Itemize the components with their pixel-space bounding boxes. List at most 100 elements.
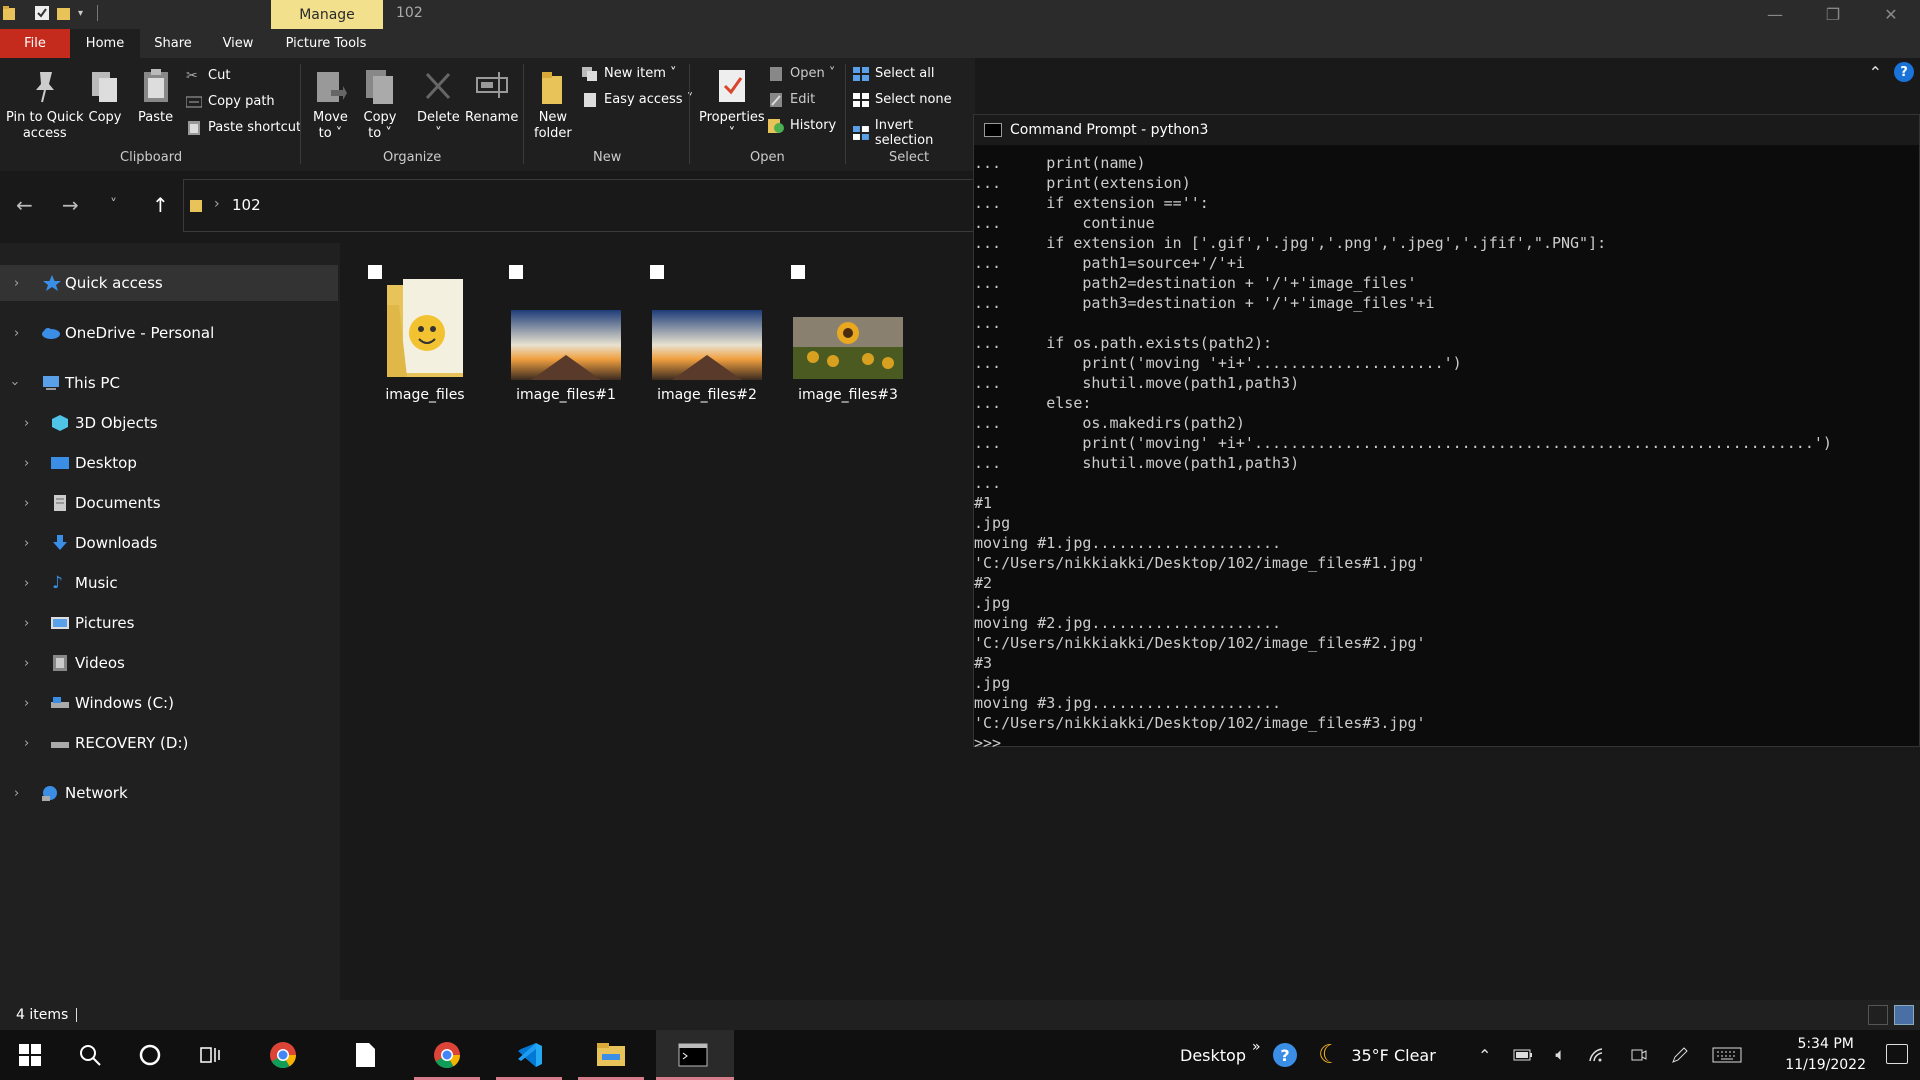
sidebar-item-quick-access[interactable]: › Quick access (0, 265, 338, 301)
expand-chevron-icon[interactable]: › (24, 456, 29, 471)
copy-to-button[interactable]: Copy to ˅ (363, 66, 397, 142)
toolbar-overflow-icon[interactable]: » (1252, 1039, 1261, 1055)
up-button[interactable]: ↑ (152, 193, 169, 217)
breadcrumb-current[interactable]: 102 (232, 196, 261, 214)
command-prompt-window[interactable]: Command Prompt - python3 ... print(name)… (973, 114, 1920, 752)
expand-chevron-icon[interactable]: › (14, 326, 19, 341)
select-all-button[interactable]: Select all (853, 66, 934, 81)
wifi-icon[interactable] (1588, 1047, 1608, 1063)
expand-chevron-icon[interactable]: › (14, 786, 19, 801)
file-item-image-files-folder[interactable]: image_files (340, 255, 480, 405)
sidebar-item-recovery-d[interactable]: › RECOVERY (D:) (0, 725, 338, 761)
recent-locations-button[interactable]: ˅ (110, 197, 117, 213)
expand-chevron-icon[interactable]: › (24, 696, 29, 711)
expand-chevron-icon[interactable]: › (24, 616, 29, 631)
clock[interactable]: 5:34 PM 11/19/2022 (1785, 1034, 1866, 1076)
item-checkbox[interactable] (791, 265, 805, 279)
cmd-title-bar[interactable]: Command Prompt - python3 (974, 115, 1919, 145)
move-to-button[interactable]: Move to ˅ (313, 66, 348, 142)
history-button[interactable]: History (768, 118, 836, 133)
keyboard-icon[interactable] (1712, 1047, 1742, 1063)
open-button[interactable]: Open ˅ (768, 66, 835, 81)
taskbar-chrome-1[interactable] (268, 1040, 298, 1070)
pen-icon[interactable] (1670, 1045, 1690, 1065)
minimize-button[interactable]: — (1746, 0, 1804, 29)
expand-chevron-icon[interactable]: › (24, 576, 29, 591)
collapse-chevron-icon[interactable]: › (7, 380, 22, 385)
cortana-button[interactable] (135, 1040, 165, 1070)
qat-dropdown-icon[interactable]: ▾ (78, 8, 83, 19)
properties-button[interactable]: Properties ˅ (699, 66, 765, 142)
cut-button[interactable]: ✂ Cut (186, 68, 230, 83)
paste-button[interactable]: Paste (138, 66, 173, 126)
edit-button[interactable]: Edit (768, 92, 815, 107)
expand-chevron-icon[interactable]: › (24, 496, 29, 511)
help-icon[interactable]: ? (1894, 62, 1914, 82)
sidebar-item-3d-objects[interactable]: › 3D Objects (0, 405, 338, 441)
new-folder-icon[interactable] (56, 4, 72, 22)
sidebar-item-downloads[interactable]: › Downloads (0, 525, 338, 561)
tab-picture-tools[interactable]: Picture Tools (270, 29, 382, 58)
sidebar-item-windows-c[interactable]: › Windows (C:) (0, 685, 338, 721)
rename-button[interactable]: Rename (465, 66, 518, 126)
weather-widget[interactable]: ☾ 35°F Clear (1318, 1030, 1436, 1080)
sidebar-item-videos[interactable]: › Videos (0, 645, 338, 681)
pin-to-quick-access-button[interactable]: Pin to Quick access (6, 66, 83, 142)
sidebar-item-this-pc[interactable]: › This PC (0, 365, 338, 401)
tab-share[interactable]: Share (140, 29, 206, 58)
expand-chevron-icon[interactable]: › (24, 736, 29, 751)
collapse-ribbon-icon[interactable]: ⌃ (1869, 63, 1882, 82)
select-none-button[interactable]: Select none (853, 92, 952, 107)
new-item-button[interactable]: New item ˅ (582, 66, 677, 81)
forward-button[interactable]: → (62, 193, 79, 217)
volume-icon[interactable]: 🔈︎ (1555, 1045, 1565, 1065)
taskbar-command-prompt[interactable] (678, 1040, 708, 1070)
sidebar-item-pictures[interactable]: › Pictures (0, 605, 338, 641)
notification-center-icon[interactable] (1886, 1044, 1908, 1064)
expand-chevron-icon[interactable]: › (24, 656, 29, 671)
sidebar-item-music[interactable]: › ♪ Music (0, 565, 338, 601)
back-button[interactable]: ← (16, 193, 33, 217)
meet-now-icon[interactable] (1630, 1046, 1648, 1064)
item-checkbox[interactable] (509, 265, 523, 279)
tab-home[interactable]: Home (70, 29, 140, 58)
desktop-toolbar[interactable]: Desktop » (1180, 1030, 1261, 1080)
breadcrumb-chevron-icon[interactable]: › (214, 196, 220, 212)
help-tray-button[interactable]: ? (1270, 1040, 1300, 1070)
copy-button[interactable]: Copy (88, 66, 122, 126)
details-view-button[interactable] (1868, 1005, 1888, 1025)
sidebar-item-network[interactable]: › Network (0, 775, 338, 811)
item-checkbox[interactable] (650, 265, 664, 279)
search-button[interactable] (75, 1040, 105, 1070)
task-view-button[interactable] (195, 1040, 225, 1070)
start-button[interactable] (15, 1040, 45, 1070)
invert-selection-button[interactable]: Invert selection (853, 118, 975, 148)
file-item-image-files-2[interactable]: image_files#2 (622, 255, 762, 405)
expand-chevron-icon[interactable]: › (14, 276, 19, 291)
sidebar-item-documents[interactable]: › Documents (0, 485, 338, 521)
delete-button[interactable]: Delete ˅ (417, 66, 460, 142)
address-bar[interactable]: › 102 (183, 179, 975, 232)
properties-check-icon[interactable] (34, 4, 50, 22)
show-hidden-icons-icon[interactable]: ⌃ (1478, 1046, 1491, 1065)
cmd-output[interactable]: ... print(name) ... print(extension) ... i… (974, 153, 1919, 753)
taskbar-file-explorer[interactable] (596, 1040, 626, 1070)
close-button[interactable]: ✕ (1862, 0, 1920, 29)
file-item-image-files-1[interactable]: image_files#1 (481, 255, 621, 405)
new-folder-button[interactable]: New folder (534, 66, 572, 142)
expand-chevron-icon[interactable]: › (24, 536, 29, 551)
file-item-image-files-3[interactable]: image_files#3 (763, 255, 903, 405)
paste-shortcut-button[interactable]: Paste shortcut (186, 120, 301, 135)
item-checkbox[interactable] (368, 265, 382, 279)
taskbar-notepad[interactable] (350, 1040, 380, 1070)
easy-access-button[interactable]: Easy access ˅ (582, 92, 693, 107)
expand-chevron-icon[interactable]: › (24, 416, 29, 431)
tab-view[interactable]: View (206, 29, 270, 58)
large-icons-view-button[interactable] (1894, 1005, 1914, 1025)
maximize-button[interactable]: ❐ (1804, 0, 1862, 29)
battery-icon[interactable] (1513, 1048, 1533, 1062)
folder-icon[interactable] (2, 4, 18, 22)
manage-tab[interactable]: Manage (271, 0, 383, 29)
copy-path-button[interactable]: Copy path (186, 94, 275, 109)
sidebar-item-desktop[interactable]: › Desktop (0, 445, 338, 481)
